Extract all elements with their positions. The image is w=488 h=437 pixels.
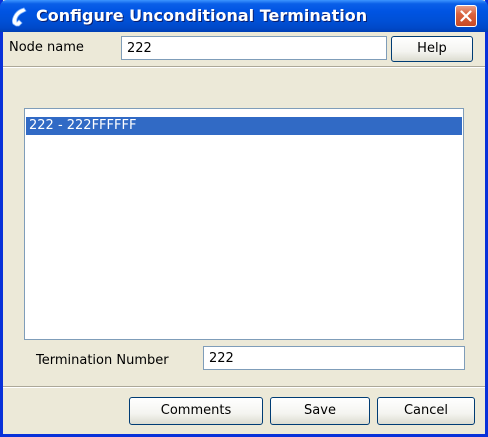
help-button[interactable]: Help xyxy=(391,36,473,62)
title-bar[interactable]: Configure Unconditional Termination xyxy=(0,0,488,32)
termination-list[interactable]: 222 - 222FFFFFF xyxy=(24,108,464,340)
termination-number-label: Termination Number xyxy=(36,353,169,368)
node-name-input[interactable] xyxy=(121,36,387,60)
comments-button[interactable]: Comments xyxy=(129,397,263,425)
close-button[interactable] xyxy=(455,5,477,27)
node-name-label: Node name xyxy=(9,40,84,55)
window-title: Configure Unconditional Termination xyxy=(36,6,368,25)
bottom-separator xyxy=(3,386,485,388)
node-name-row: Node name Help xyxy=(3,33,485,65)
list-item[interactable]: 222 - 222FFFFFF xyxy=(26,117,462,135)
dialog-window: Configure Unconditional Termination Node… xyxy=(0,0,488,437)
termination-number-input[interactable] xyxy=(203,346,465,370)
cancel-button[interactable]: Cancel xyxy=(377,397,475,425)
save-button[interactable]: Save xyxy=(270,397,370,425)
close-icon xyxy=(460,10,472,22)
phone-handset-icon xyxy=(9,6,31,28)
top-separator xyxy=(3,66,485,68)
